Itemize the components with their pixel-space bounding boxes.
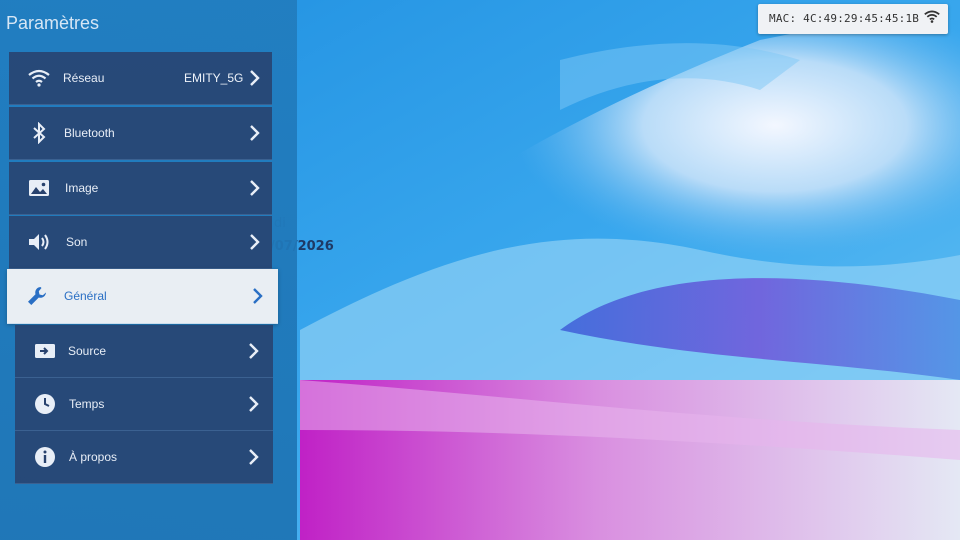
chevron-right-icon	[244, 123, 264, 143]
chevron-right-icon	[244, 178, 264, 198]
chevron-right-icon	[243, 447, 263, 467]
mac-address-text: MAC: 4C:49:29:45:45:1B	[769, 12, 919, 25]
image-icon	[27, 176, 51, 200]
menu-item-label: Réseau	[63, 71, 105, 85]
menu-item-a-propos[interactable]: À propos	[15, 431, 273, 484]
mac-label: MAC:	[769, 12, 797, 25]
menu-item-label: Général	[64, 289, 107, 303]
chevron-right-icon	[247, 286, 267, 306]
menu-item-bluetooth[interactable]: Bluetooth	[9, 107, 272, 160]
menu-item-label: Son	[66, 235, 88, 249]
menu-item-source[interactable]: Source	[15, 325, 273, 378]
volume-icon	[27, 230, 51, 254]
menu-item-son[interactable]: Son	[9, 216, 272, 269]
bluetooth-icon	[27, 121, 51, 145]
settings-panel: Paramètres Réseau EMITY_5G Bluetooth Ima…	[0, 0, 297, 540]
wrench-icon	[25, 284, 49, 308]
menu-item-label: Bluetooth	[64, 126, 115, 140]
menu-item-label: À propos	[69, 450, 118, 464]
menu-item-label: Image	[65, 181, 99, 195]
wifi-icon	[27, 66, 51, 90]
menu-item-general[interactable]: Général	[7, 269, 278, 324]
chevron-right-icon	[244, 232, 264, 252]
input-source-icon	[33, 339, 57, 363]
chevron-right-icon	[243, 394, 263, 414]
wifi-status-icon	[924, 10, 940, 28]
info-icon	[33, 445, 57, 469]
chevron-right-icon	[243, 341, 263, 361]
mac-address-box: MAC: 4C:49:29:45:45:1B	[758, 4, 948, 34]
menu-item-image[interactable]: Image	[9, 162, 272, 215]
menu-item-label: Temps	[69, 397, 105, 411]
menu-item-reseau[interactable]: Réseau EMITY_5G	[9, 52, 272, 105]
mac-value: 4C:49:29:45:45:1B	[803, 12, 920, 25]
settings-title: Paramètres	[6, 13, 100, 33]
network-name-value: EMITY_5G	[184, 71, 244, 85]
chevron-right-icon	[244, 68, 264, 88]
clock-icon	[33, 392, 57, 416]
menu-item-temps[interactable]: Temps	[15, 378, 273, 431]
menu-item-label: Source	[68, 344, 107, 358]
